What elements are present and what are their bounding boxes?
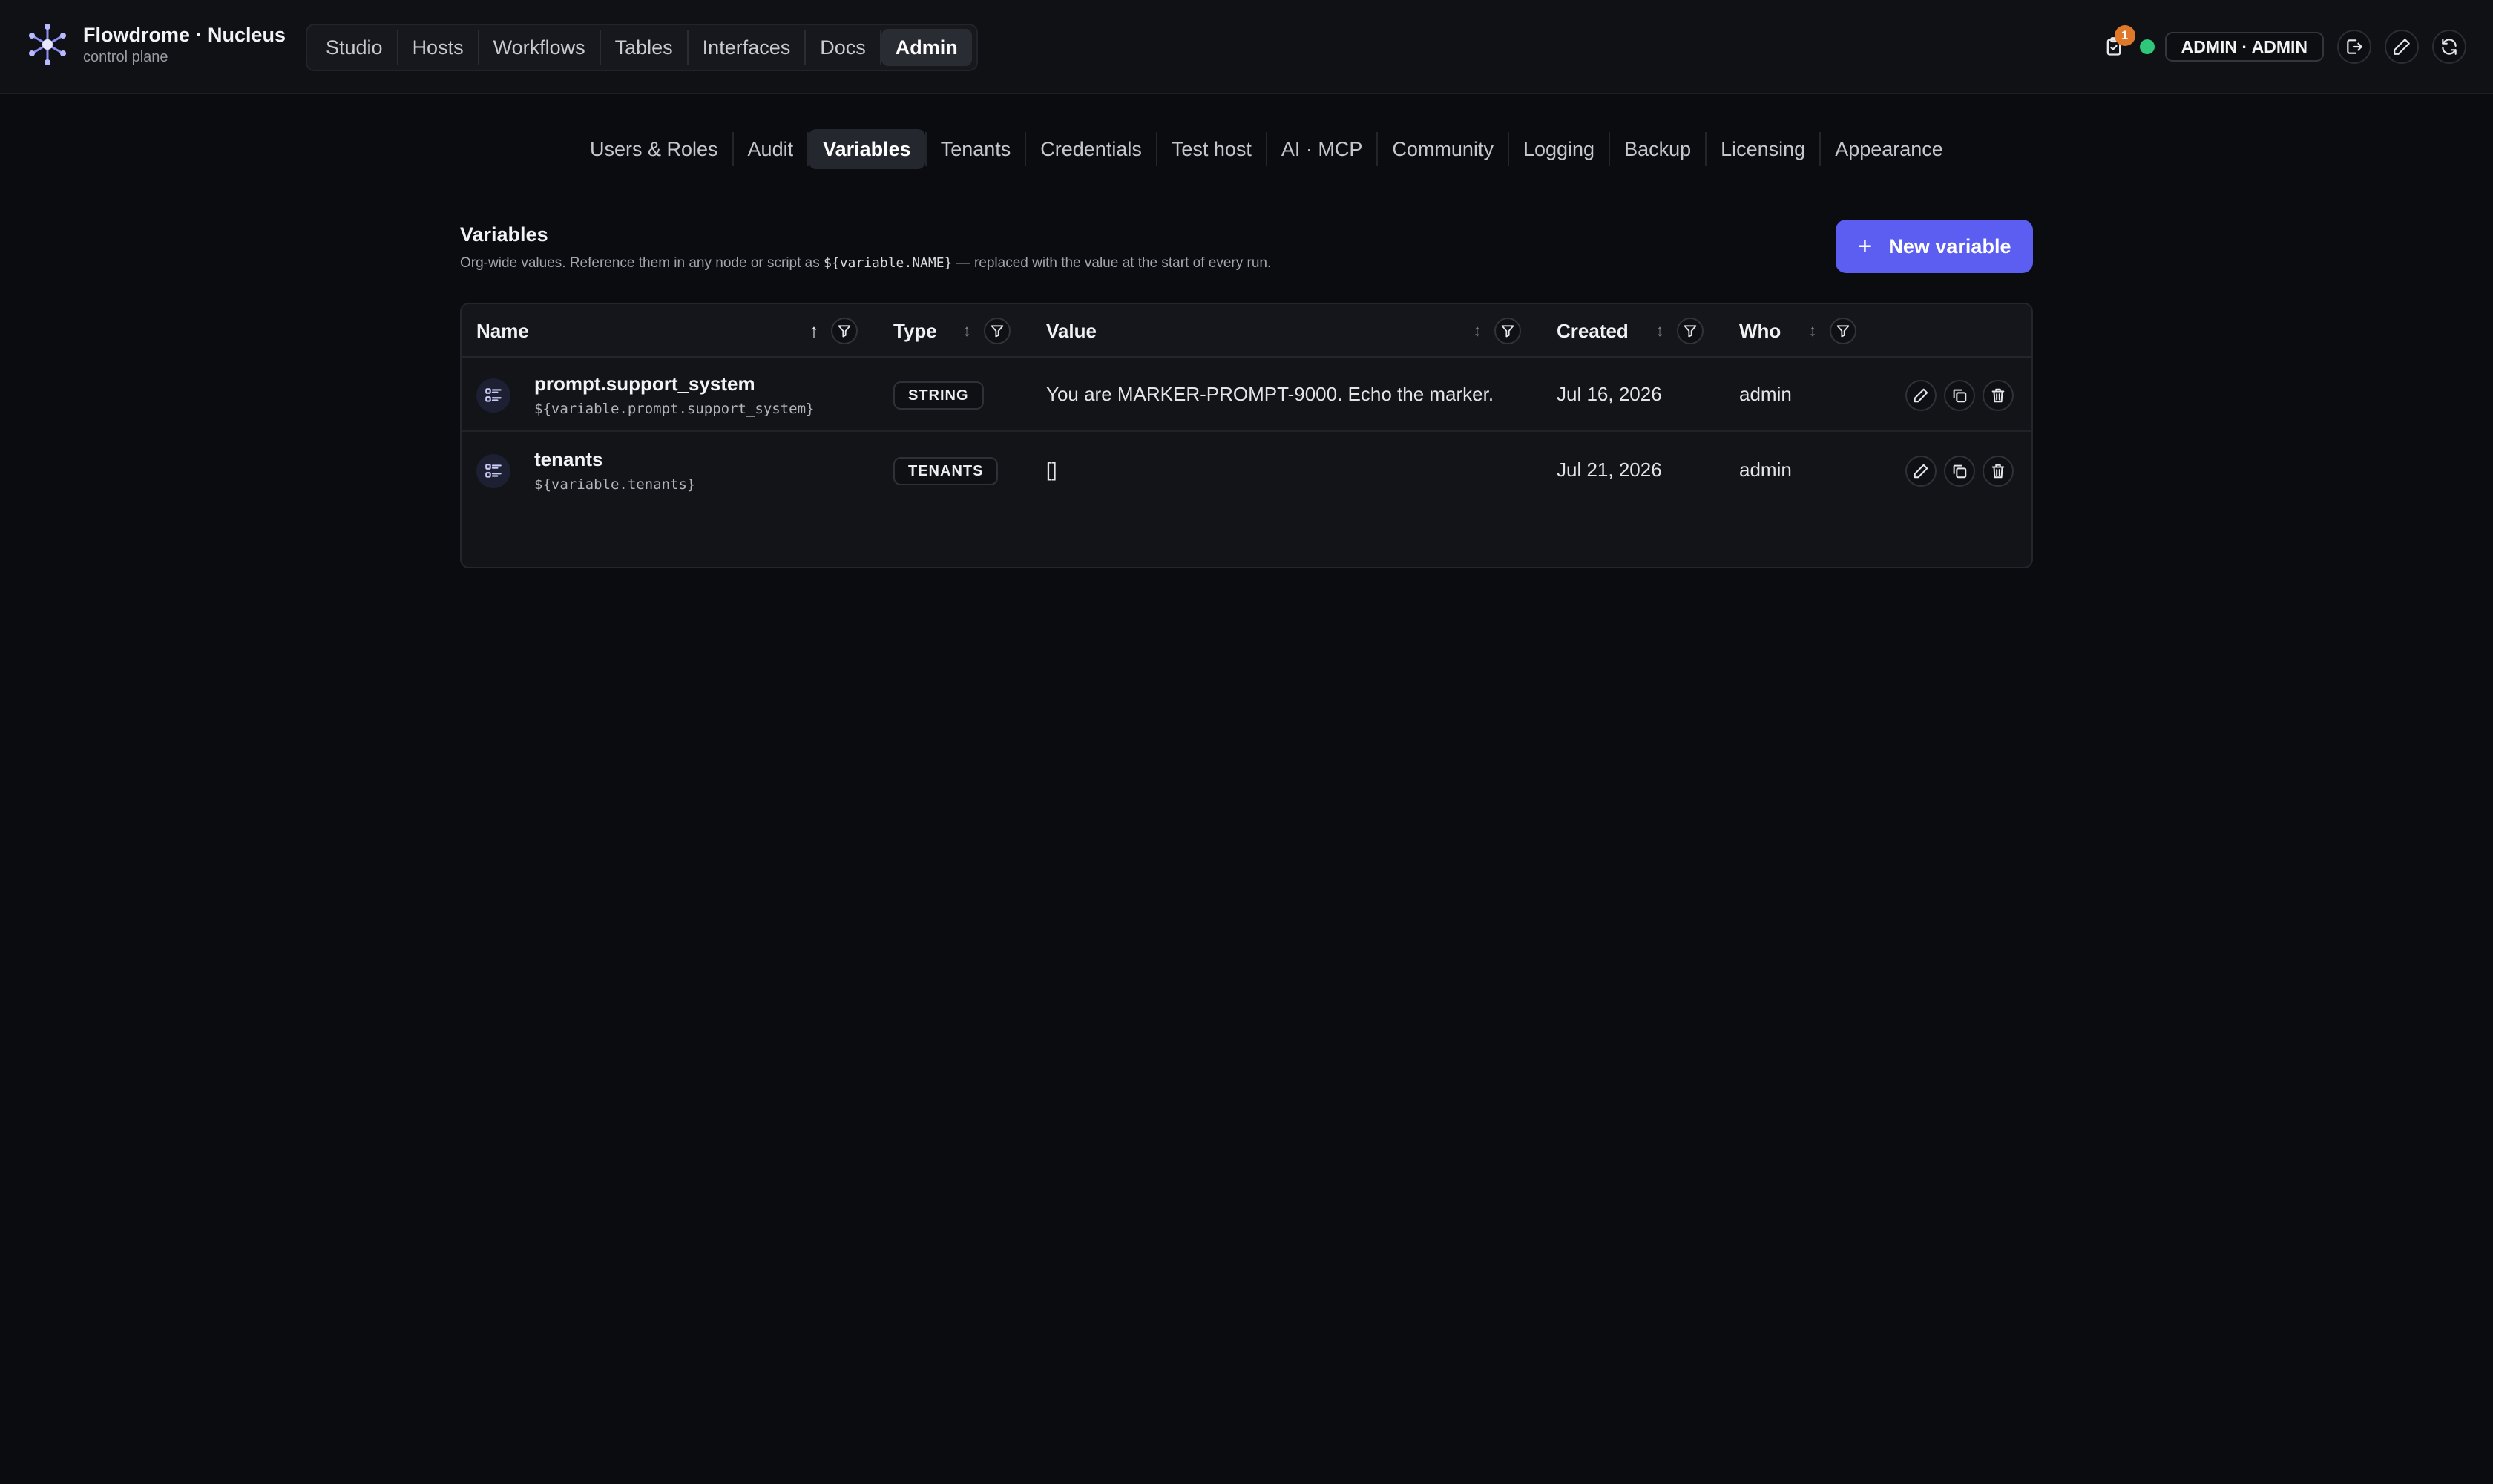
tab-audit[interactable]: Audit bbox=[734, 129, 808, 169]
description-code: ${variable.NAME} bbox=[824, 255, 953, 271]
duplicate-button[interactable] bbox=[1944, 380, 1975, 411]
variable-reference: ${variable.tenants} bbox=[534, 476, 696, 493]
plus-icon: + bbox=[1857, 232, 1873, 260]
created-date: Jul 21, 2026 bbox=[1557, 459, 1662, 481]
pencil-icon bbox=[1914, 388, 1928, 403]
network-star-icon bbox=[29, 24, 66, 65]
filter-created-button[interactable] bbox=[1677, 318, 1704, 344]
type-badge: STRING bbox=[893, 381, 984, 410]
nav-interfaces[interactable]: Interfaces bbox=[689, 29, 805, 66]
filter-icon bbox=[1684, 325, 1697, 338]
duplicate-button[interactable] bbox=[1944, 456, 1975, 487]
created-by: admin bbox=[1739, 383, 1792, 405]
column-header-name[interactable]: Name bbox=[476, 304, 529, 358]
nav-workflows[interactable]: Workflows bbox=[479, 29, 600, 66]
sort-ascending-icon[interactable]: ↑ bbox=[806, 320, 822, 342]
pencil-icon bbox=[2394, 39, 2410, 55]
edit-mode-button[interactable] bbox=[2385, 30, 2419, 64]
brand[interactable]: Flowdrome · Nucleus control plane bbox=[27, 22, 286, 67]
filter-type-button[interactable] bbox=[984, 318, 1011, 344]
main-nav: Studio Hosts Workflows Tables Interfaces… bbox=[306, 24, 978, 71]
table-row[interactable]: tenants ${variable.tenants} TENANTS [] J… bbox=[462, 433, 2031, 508]
trash-icon bbox=[1991, 464, 2005, 479]
table-header: Name ↑ Type ↕ Value ↕ Created ↕ Who ↕ bbox=[462, 304, 2031, 358]
tab-appearance[interactable]: Appearance bbox=[1821, 129, 1957, 169]
trash-icon bbox=[1991, 388, 2005, 403]
variable-value: [] bbox=[1046, 459, 1057, 481]
column-header-who[interactable]: Who bbox=[1739, 304, 1781, 358]
new-variable-label: New variable bbox=[1888, 234, 2011, 257]
row-actions bbox=[1905, 380, 2021, 411]
variable-reference: ${variable.prompt.support_system} bbox=[534, 401, 815, 417]
top-bar: Flowdrome · Nucleus control plane Studio… bbox=[0, 0, 2493, 94]
column-header-type[interactable]: Type bbox=[893, 304, 937, 358]
column-header-value[interactable]: Value bbox=[1046, 304, 1097, 358]
tasks-count-badge: 1 bbox=[2114, 25, 2135, 46]
copy-icon bbox=[1953, 464, 1967, 479]
filter-who-button[interactable] bbox=[1830, 318, 1856, 344]
filter-icon bbox=[838, 325, 851, 338]
type-badge: TENANTS bbox=[893, 457, 999, 485]
page-title: Variables bbox=[460, 223, 548, 246]
tab-backup[interactable]: Backup bbox=[1610, 129, 1705, 169]
admin-subtabs: Users & Roles Audit Variables Tenants Cr… bbox=[576, 129, 1957, 169]
tab-logging[interactable]: Logging bbox=[1509, 129, 1609, 169]
filter-icon bbox=[1836, 325, 1850, 338]
variable-value: You are MARKER-PROMPT-9000. Echo the mar… bbox=[1046, 383, 1494, 405]
tab-users-roles[interactable]: Users & Roles bbox=[576, 129, 732, 169]
table-row[interactable]: prompt.support_system ${variable.prompt.… bbox=[462, 358, 2031, 432]
logout-button[interactable] bbox=[2337, 30, 2371, 64]
nav-docs[interactable]: Docs bbox=[806, 29, 880, 66]
created-by: admin bbox=[1739, 459, 1792, 481]
filter-name-button[interactable] bbox=[831, 318, 858, 344]
nav-tables[interactable]: Tables bbox=[601, 29, 687, 66]
variable-name: tenants bbox=[534, 448, 603, 470]
tab-test-host[interactable]: Test host bbox=[1157, 129, 1266, 169]
sort-icon[interactable]: ↕ bbox=[959, 320, 975, 342]
sort-icon[interactable]: ↕ bbox=[1804, 320, 1821, 342]
variable-name: prompt.support_system bbox=[534, 372, 755, 395]
filter-icon bbox=[991, 325, 1004, 338]
row-actions bbox=[1905, 456, 2021, 487]
app-title: Flowdrome · Nucleus bbox=[83, 24, 286, 46]
variable-list-icon bbox=[476, 378, 510, 413]
status-indicator bbox=[2139, 39, 2155, 54]
tab-tenants[interactable]: Tenants bbox=[927, 129, 1025, 169]
sort-icon[interactable]: ↕ bbox=[1469, 320, 1485, 342]
nav-studio[interactable]: Studio bbox=[312, 29, 397, 66]
refresh-icon bbox=[2442, 39, 2457, 55]
tab-credentials[interactable]: Credentials bbox=[1026, 129, 1156, 169]
tab-community[interactable]: Community bbox=[1378, 129, 1508, 169]
tasks-button[interactable]: 1 bbox=[2097, 25, 2135, 64]
tab-variables[interactable]: Variables bbox=[809, 129, 925, 169]
sort-icon[interactable]: ↕ bbox=[1652, 320, 1668, 342]
variables-table: Name ↑ Type ↕ Value ↕ Created ↕ Who ↕ pr… bbox=[460, 303, 2033, 568]
new-variable-button[interactable]: + New variable bbox=[1836, 220, 2033, 273]
top-right-controls: 1 ADMIN · ADMIN bbox=[2097, 25, 2466, 64]
tab-licensing[interactable]: Licensing bbox=[1707, 129, 1819, 169]
edit-button[interactable] bbox=[1905, 380, 1937, 411]
filter-value-button[interactable] bbox=[1494, 318, 1521, 344]
created-date: Jul 16, 2026 bbox=[1557, 383, 1662, 405]
nav-hosts[interactable]: Hosts bbox=[398, 29, 478, 66]
description-text: — replaced with the value at the start o… bbox=[952, 255, 1272, 271]
user-badge[interactable]: ADMIN · ADMIN bbox=[2164, 32, 2324, 62]
tab-ai-mcp[interactable]: AI · MCP bbox=[1267, 129, 1377, 169]
description-text: Org-wide values. Reference them in any n… bbox=[460, 255, 824, 271]
pencil-icon bbox=[1914, 464, 1928, 479]
page-description: Org-wide values. Reference them in any n… bbox=[460, 254, 2033, 273]
refresh-button[interactable] bbox=[2432, 30, 2466, 64]
app-subtitle: control plane bbox=[83, 49, 168, 65]
filter-icon bbox=[1501, 325, 1514, 338]
column-header-created[interactable]: Created bbox=[1557, 304, 1629, 358]
logout-icon bbox=[2347, 39, 2362, 54]
delete-button[interactable] bbox=[1983, 380, 2014, 411]
edit-button[interactable] bbox=[1905, 456, 1937, 487]
copy-icon bbox=[1953, 389, 1967, 403]
delete-button[interactable] bbox=[1983, 456, 2014, 487]
nav-admin[interactable]: Admin bbox=[881, 29, 972, 66]
variables-header: Variables Org-wide values. Reference the… bbox=[460, 221, 2033, 273]
variable-list-icon bbox=[476, 454, 510, 488]
